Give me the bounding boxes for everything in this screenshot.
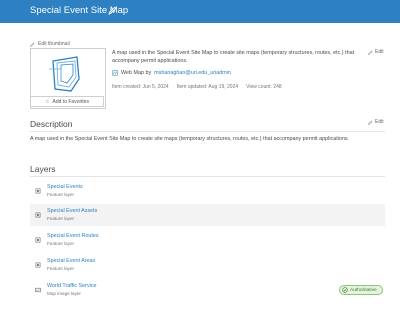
layer-row-special-event-assets[interactable]: Special Event Assets Feature layer (30, 204, 385, 226)
layer-name[interactable]: Special Event Routes (47, 233, 99, 239)
layer-row-world-traffic-service[interactable]: World Traffic Service Map image layer Au… (30, 279, 385, 301)
description-heading: Description (30, 119, 73, 129)
title-bar: Special Event Site Map (0, 0, 400, 23)
layer-row-special-events[interactable]: Special Events Feature layer (30, 180, 385, 202)
authoritative-badge: Authoritative (339, 285, 383, 295)
item-metadata: Item created: Jun 5, 2024 Item updated: … (112, 84, 282, 90)
map-thumbnail-graphic (49, 56, 80, 92)
layer-name[interactable]: Special Event Assets (47, 208, 97, 214)
feature-layer-icon (35, 212, 41, 218)
checkmark-circle-icon (342, 287, 348, 293)
layer-type: Feature layer (47, 241, 75, 246)
layer-type: Feature layer (47, 266, 75, 271)
description-edit-label: Edit (375, 119, 384, 125)
layer-row-special-event-areas[interactable]: Special Event Areas Feature layer (30, 254, 385, 276)
summary-edit-button[interactable]: Edit (368, 49, 384, 55)
add-to-favorites-button[interactable]: ☆ Add to Favorites (30, 96, 104, 107)
pencil-icon (30, 41, 35, 47)
summary-edit-label: Edit (375, 49, 384, 55)
layer-name[interactable]: Special Event Areas (47, 258, 95, 264)
description-divider (30, 131, 385, 132)
layers-heading: Layers (30, 164, 56, 174)
description-edit-button[interactable]: Edit (368, 119, 384, 125)
map-image-layer-icon (35, 287, 41, 293)
star-icon: ☆ (45, 98, 50, 105)
pencil-icon (368, 49, 373, 55)
description-text: A map used in the Special Event Site Map… (30, 136, 350, 142)
layer-name[interactable]: World Traffic Service (47, 283, 97, 289)
item-owner-row: Web Map by mshanaghan@uri.edu_uriadmin (112, 70, 231, 76)
item-updated: Item updated: Aug 19, 2024 (176, 84, 239, 90)
feature-layer-icon (35, 262, 41, 268)
feature-layer-icon (35, 237, 41, 243)
pencil-icon (368, 119, 373, 125)
layer-type: Map image layer (47, 291, 81, 296)
web-map-icon (112, 70, 118, 76)
layer-type: Feature layer (47, 192, 75, 197)
edit-thumbnail-link[interactable]: Edit thumbnail (30, 41, 70, 47)
owner-link[interactable]: mshanaghan@uri.edu_uriadmin (154, 70, 231, 76)
item-type-label: Web Map by (121, 70, 152, 76)
edit-thumbnail-label: Edit thumbnail (38, 41, 70, 47)
item-summary: A map used in the Special Event Site Map… (112, 50, 355, 64)
pencil-icon[interactable] (108, 6, 117, 15)
layer-type: Feature layer (47, 216, 75, 221)
add-to-favorites-label: Add to Favorites (52, 98, 89, 105)
layers-divider (30, 176, 385, 177)
badge-label: Authoritative (350, 287, 377, 293)
item-created: Item created: Jun 5, 2024 (112, 84, 169, 90)
layer-row-special-event-routes[interactable]: Special Event Routes Feature layer (30, 229, 385, 251)
feature-layer-icon (35, 188, 41, 194)
view-count: View count: 248 (246, 84, 282, 90)
layer-name[interactable]: Special Events (47, 184, 83, 190)
